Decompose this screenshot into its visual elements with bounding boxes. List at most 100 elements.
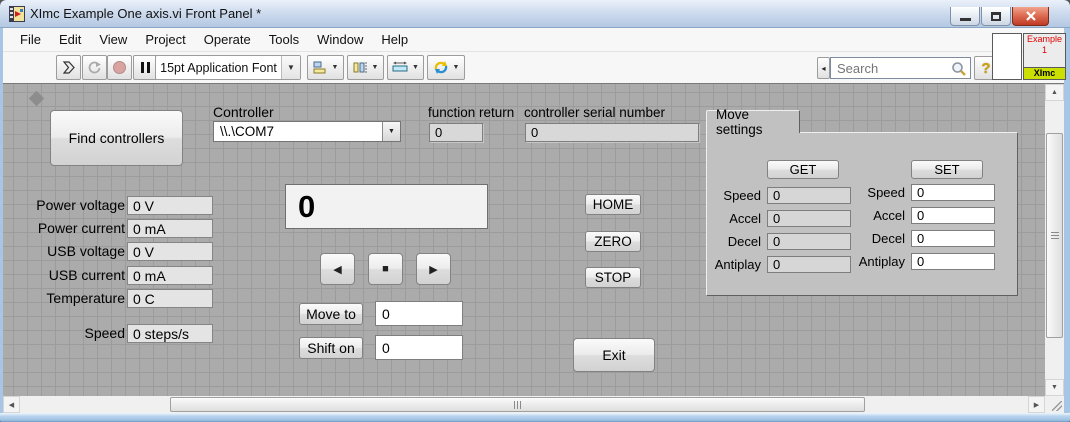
close-button[interactable] bbox=[1012, 7, 1049, 26]
vi-icon[interactable]: Example 1 XImc bbox=[1023, 33, 1066, 80]
scroll-up-button[interactable]: ▲ bbox=[1045, 84, 1064, 101]
position-display: 0 bbox=[285, 184, 488, 229]
menu-project[interactable]: Project bbox=[136, 32, 194, 47]
shift-on-button[interactable]: Shift on bbox=[299, 337, 363, 359]
vi-document-icon bbox=[9, 6, 25, 22]
minimize-icon bbox=[959, 17, 971, 21]
close-icon bbox=[1025, 11, 1036, 21]
home-button[interactable]: HOME bbox=[585, 194, 641, 215]
run-continuous-icon bbox=[88, 61, 101, 74]
menu-tools[interactable]: Tools bbox=[260, 32, 308, 47]
set-antiplay-label: Antiplay bbox=[858, 254, 905, 269]
resize-objects-button[interactable]: ▼ bbox=[387, 55, 424, 80]
font-selector[interactable]: 15pt Application Font ▼ bbox=[155, 55, 301, 80]
scroll-right-button[interactable]: ▶ bbox=[1028, 396, 1045, 413]
menu-bar: File Edit View Project Operate Tools Win… bbox=[3, 28, 1066, 52]
set-speed-input[interactable] bbox=[911, 184, 995, 201]
set-antiplay-input[interactable] bbox=[911, 253, 995, 270]
set-decel-input[interactable] bbox=[911, 230, 995, 247]
temperature-label: Temperature bbox=[46, 290, 125, 306]
maximize-icon bbox=[991, 11, 1001, 21]
reorder-icon bbox=[434, 61, 447, 74]
labview-window: XImc Example One axis.vi Front Panel * F… bbox=[0, 0, 1070, 422]
move-to-input[interactable] bbox=[375, 301, 463, 326]
run-button[interactable] bbox=[56, 55, 81, 80]
get-button[interactable]: GET bbox=[767, 160, 839, 179]
controller-dropdown[interactable]: \\.\COM7 ▼ bbox=[213, 121, 401, 142]
chevron-down-icon[interactable]: ▼ bbox=[382, 122, 400, 141]
vertical-scrollbar[interactable]: ▲ ▼ bbox=[1045, 84, 1064, 396]
icon-pane bbox=[992, 33, 1022, 80]
exit-button[interactable]: Exit bbox=[573, 338, 655, 372]
window-border-right bbox=[1064, 28, 1070, 413]
stop-square-icon: ■ bbox=[382, 263, 389, 275]
search-box bbox=[830, 57, 971, 79]
menu-window[interactable]: Window bbox=[308, 32, 372, 47]
pause-icon bbox=[141, 62, 144, 73]
power-current-field: 0 mA bbox=[127, 219, 213, 238]
get-antiplay-label: Antiplay bbox=[714, 257, 761, 272]
right-arrow-icon: ▶ bbox=[429, 263, 438, 276]
distribute-objects-icon bbox=[353, 62, 367, 73]
abort-icon bbox=[113, 61, 126, 74]
usb-current-field: 0 mA bbox=[127, 266, 213, 285]
set-button[interactable]: SET bbox=[911, 160, 983, 179]
toolbar: 15pt Application Font ▼ ▼ ▼ ▼ ▼ ◂ Search… bbox=[3, 52, 1066, 84]
menu-help[interactable]: Help bbox=[372, 32, 417, 47]
get-decel-label: Decel bbox=[727, 234, 761, 249]
zero-button[interactable]: ZERO bbox=[585, 231, 641, 252]
maximize-button[interactable] bbox=[981, 7, 1011, 26]
vi-icon-line2: 1 bbox=[1041, 45, 1047, 55]
find-controllers-button[interactable]: Find controllers bbox=[50, 110, 183, 166]
front-panel: Find controllers Controller \\.\COM7 ▼ f… bbox=[3, 84, 1045, 396]
jog-right-button[interactable]: ▶ bbox=[416, 253, 451, 285]
vertical-scroll-thumb[interactable] bbox=[1046, 133, 1063, 338]
menu-view[interactable]: View bbox=[90, 32, 136, 47]
panel-origin-marker bbox=[28, 90, 45, 107]
move-settings-tab[interactable]: Move settings bbox=[706, 107, 800, 137]
usb-current-label: USB current bbox=[48, 267, 125, 283]
speed-field: 0 steps/s bbox=[127, 324, 213, 343]
temperature-field: 0 C bbox=[127, 289, 213, 308]
chevron-down-icon[interactable]: ▼ bbox=[281, 56, 300, 79]
chevron-down-icon: ▼ bbox=[412, 64, 419, 71]
chevron-down-icon: ▼ bbox=[371, 64, 379, 71]
shift-on-input[interactable] bbox=[375, 335, 463, 360]
horizontal-scrollbar[interactable]: ◀ ▶ bbox=[3, 396, 1045, 413]
font-selector-value: 15pt Application Font bbox=[160, 60, 277, 75]
align-objects-icon bbox=[313, 61, 326, 74]
window-border-bottom bbox=[0, 413, 1070, 422]
power-voltage-label: Power voltage bbox=[36, 197, 125, 213]
move-to-button[interactable]: Move to bbox=[299, 303, 363, 325]
get-speed-label: Speed bbox=[723, 188, 761, 203]
menu-file[interactable]: File bbox=[11, 32, 50, 47]
abort-button[interactable] bbox=[107, 55, 132, 80]
usb-voltage-label: USB voltage bbox=[47, 243, 125, 259]
search-input[interactable] bbox=[831, 58, 970, 78]
search-icon bbox=[952, 62, 966, 76]
run-continuous-button[interactable] bbox=[82, 55, 107, 80]
power-voltage-field: 0 V bbox=[127, 196, 213, 215]
scroll-left-button[interactable]: ◀ bbox=[3, 396, 20, 413]
horizontal-scroll-thumb[interactable] bbox=[170, 397, 865, 412]
function-return-field: 0 bbox=[429, 123, 483, 142]
menu-operate[interactable]: Operate bbox=[195, 32, 260, 47]
stop-button[interactable]: STOP bbox=[585, 267, 641, 288]
jog-stop-button[interactable]: ■ bbox=[368, 253, 403, 285]
menu-edit[interactable]: Edit bbox=[50, 32, 90, 47]
scroll-down-button[interactable]: ▼ bbox=[1045, 379, 1064, 396]
left-arrow-icon: ◀ bbox=[333, 263, 342, 276]
distribute-objects-button[interactable]: ▼ bbox=[347, 55, 384, 80]
resize-grip[interactable] bbox=[1052, 401, 1062, 411]
reorder-objects-button[interactable]: ▼ bbox=[427, 55, 465, 80]
title-bar: XImc Example One axis.vi Front Panel * bbox=[0, 0, 1070, 28]
search-collapse-button[interactable]: ◂ bbox=[817, 57, 830, 79]
serial-number-label: controller serial number bbox=[524, 105, 666, 120]
align-objects-button[interactable]: ▼ bbox=[307, 55, 344, 80]
speed-label: Speed bbox=[84, 325, 125, 341]
power-current-label: Power current bbox=[37, 220, 125, 236]
set-accel-input[interactable] bbox=[911, 207, 995, 224]
jog-left-button[interactable]: ◀ bbox=[320, 253, 355, 285]
move-settings-panel: GET SET Speed 0 Accel 0 Decel 0 Antiplay… bbox=[706, 132, 1018, 296]
minimize-button[interactable] bbox=[950, 7, 980, 26]
